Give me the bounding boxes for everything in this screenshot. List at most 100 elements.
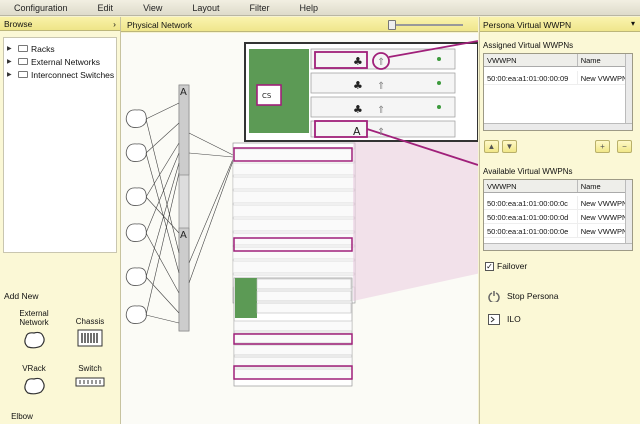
menu-view[interactable]: View <box>143 3 162 13</box>
folder-icon <box>18 71 28 78</box>
available-wwpn-table[interactable]: VWWPN Name 50:00:ea:a1:01:00:00:0c New V… <box>483 179 633 251</box>
tree-item-label: Racks <box>31 43 55 54</box>
tree-item-label: Interconnect Switches <box>31 69 115 80</box>
hba-icon: ⇑ <box>377 127 385 138</box>
table-row[interactable]: 50:00:ea:a1:01:00:00:09 New VWWPN <box>484 71 632 85</box>
table-header: VWWPN Name <box>484 54 632 67</box>
menu-edit[interactable]: Edit <box>98 3 114 13</box>
folder-icon <box>18 45 28 52</box>
table-cell: New VWWPN <box>578 210 632 223</box>
network-cloud-node[interactable] <box>125 143 147 162</box>
browse-tree[interactable]: ▶ Racks ▶ External Networks ▶ Interconne… <box>3 37 117 253</box>
network-cloud-node[interactable] <box>125 305 147 324</box>
tree-item-interconnect-switches[interactable]: ▶ Interconnect Switches <box>4 68 116 81</box>
available-label: Available Virtual WWPNs <box>483 167 573 176</box>
palette-label: Elbow <box>11 412 33 421</box>
table-header: VWWPN Name <box>484 180 632 193</box>
status-led <box>437 57 441 61</box>
arrow-down-icon: ▼ <box>505 142 514 151</box>
status-led <box>437 81 441 85</box>
palette-elbow[interactable]: Elbow <box>4 412 40 421</box>
linux-penguin-icon: ♣ <box>353 79 363 92</box>
network-cloud-node[interactable] <box>125 109 147 128</box>
hp-logo-icon: A <box>353 125 361 138</box>
failover-checkbox[interactable]: ✓ Failover <box>485 261 527 271</box>
hp-logo-icon: A <box>180 230 187 241</box>
horizontal-scrollbar[interactable] <box>484 123 632 130</box>
center-title: Physical Network <box>127 20 193 30</box>
expand-triangle-icon[interactable]: ▶ <box>7 71 15 78</box>
network-diagram[interactable]: A A CS ♣ ♣ ♣ A ⇑ ⇑ ⇑ ⇑ <box>121 33 481 424</box>
hba-icon: ⇑ <box>377 57 385 68</box>
hba-icon: ⇑ <box>377 105 385 116</box>
vertical-scrollbar[interactable] <box>625 180 632 250</box>
expand-triangle-icon[interactable]: ▶ <box>7 58 15 65</box>
palette-switch[interactable]: Switch <box>70 364 110 390</box>
menu-layout[interactable]: Layout <box>192 3 219 13</box>
table-row[interactable]: 50:00:ea:a1:01:00:00:0d New VWWPN <box>484 210 632 224</box>
console-icon <box>487 313 500 325</box>
hba-icon: ⇑ <box>377 81 385 92</box>
add-wwpn-button[interactable]: + <box>595 140 610 153</box>
ilo-label: ILO <box>507 314 521 324</box>
palette-vrack[interactable]: VRack <box>14 364 54 398</box>
arrow-up-icon: ▲ <box>487 142 496 151</box>
plus-icon: + <box>600 142 605 151</box>
chevron-down-icon[interactable]: ▾ <box>631 19 635 28</box>
table-cell: 50:00:ea:a1:01:00:00:0e <box>484 224 578 237</box>
expand-triangle-icon[interactable]: ▶ <box>7 45 15 52</box>
table-row[interactable]: 50:00:ea:a1:01:00:00:0c New VWWPN <box>484 196 632 210</box>
failover-label: Failover <box>497 261 528 271</box>
blade-status-green <box>235 278 257 318</box>
tree-item-external-networks[interactable]: ▶ External Networks <box>4 55 116 68</box>
tree-item-label: External Networks <box>31 56 100 67</box>
palette-external-network[interactable]: External Network <box>10 309 58 352</box>
zoom-slider-track[interactable] <box>388 24 463 26</box>
stop-persona-label: Stop Persona <box>507 291 559 301</box>
table-cell: 50:00:ea:a1:01:00:00:0d <box>484 210 578 223</box>
tree-item-racks[interactable]: ▶ Racks <box>4 42 116 55</box>
network-cloud-node[interactable] <box>125 267 147 286</box>
column-header[interactable]: VWWPN <box>484 54 578 66</box>
browse-panel: Browse › ▶ Racks ▶ External Networks ▶ I… <box>0 17 121 424</box>
zoom-slider-thumb[interactable] <box>388 20 396 30</box>
table-cell: 50:00:ea:a1:01:00:00:0c <box>484 196 578 209</box>
palette-label: External Network <box>19 309 49 327</box>
cs-label: CS <box>262 92 272 100</box>
palette-label: Chassis <box>75 317 105 326</box>
menu-help[interactable]: Help <box>299 3 318 13</box>
switch-module[interactable] <box>178 227 190 332</box>
menu-configuration[interactable]: Configuration <box>14 3 68 13</box>
palette-chassis[interactable]: Chassis <box>70 317 110 349</box>
network-cloud-node[interactable] <box>125 223 147 242</box>
collapse-icon[interactable]: › <box>113 19 116 29</box>
palette-label: VRack <box>22 364 46 373</box>
column-header[interactable]: Name <box>578 54 632 66</box>
column-header[interactable]: Name <box>578 180 632 192</box>
persona-panel: Persona Virtual WWPN ▾ Assigned Virtual … <box>479 17 640 424</box>
vertical-scrollbar[interactable] <box>625 54 632 130</box>
add-new-label: Add New <box>4 291 39 301</box>
vrack-icon <box>24 377 45 395</box>
network-cloud-node[interactable] <box>125 187 147 206</box>
horizontal-scrollbar[interactable] <box>484 243 632 250</box>
stop-persona-button[interactable]: Stop Persona <box>487 290 559 302</box>
power-icon <box>487 290 500 302</box>
remove-wwpn-button[interactable]: − <box>617 140 632 153</box>
chassis-icon <box>77 329 103 347</box>
move-down-button[interactable]: ▼ <box>502 140 517 153</box>
switch-module[interactable] <box>178 84 190 176</box>
persona-title: Persona Virtual WWPN <box>483 20 572 30</box>
assigned-label: Assigned Virtual WWPNs <box>483 41 574 50</box>
checkmark-icon[interactable]: ✓ <box>485 261 494 271</box>
network-canvas[interactable]: A A CS ♣ ♣ ♣ A ⇑ ⇑ ⇑ ⇑ <box>121 33 481 424</box>
menu-filter[interactable]: Filter <box>249 3 269 13</box>
ilo-button[interactable]: ILO <box>487 313 521 325</box>
switch-icon <box>75 377 105 387</box>
column-header[interactable]: VWWPN <box>484 180 578 192</box>
linux-penguin-icon: ♣ <box>353 55 363 68</box>
table-cell: New VWWPN <box>578 224 632 237</box>
table-row[interactable]: 50:00:ea:a1:01:00:00:0e New VWWPN <box>484 224 632 238</box>
move-up-button[interactable]: ▲ <box>484 140 499 153</box>
assigned-wwpn-table[interactable]: VWWPN Name 50:00:ea:a1:01:00:00:09 New V… <box>483 53 633 131</box>
